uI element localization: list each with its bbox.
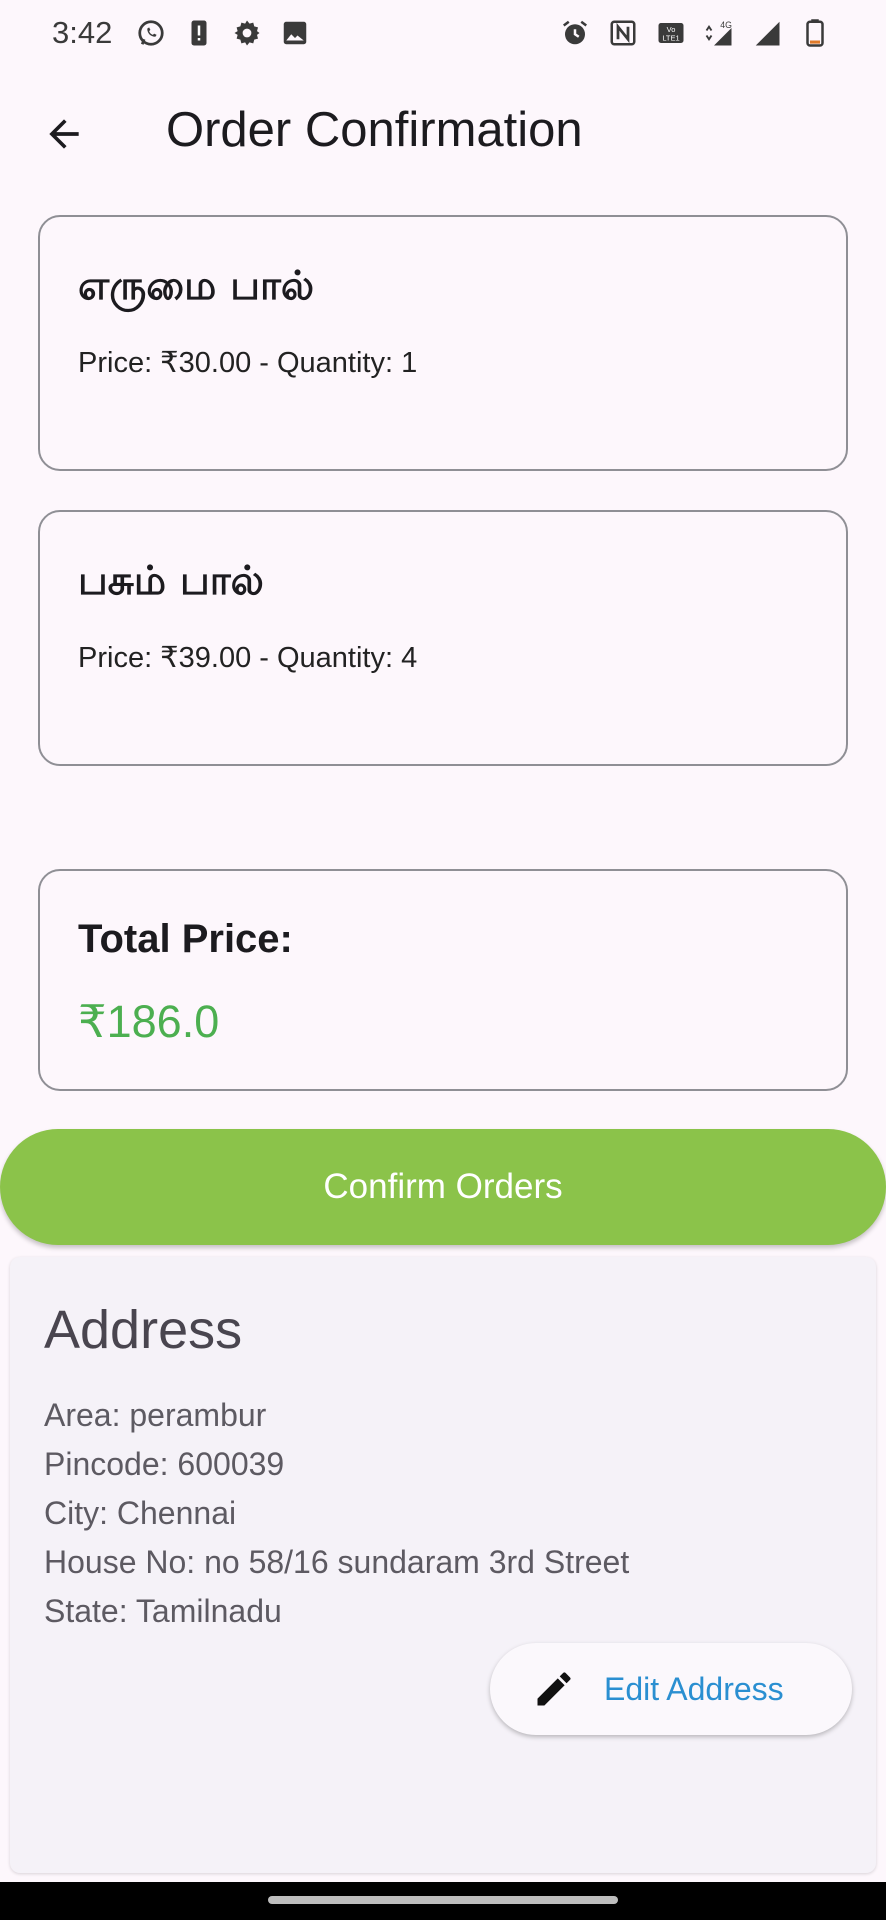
battery-icon xyxy=(800,18,830,48)
address-house-no: House No: no 58/16 sundaram 3rd Street xyxy=(44,1544,630,1580)
edit-address-label: Edit Address xyxy=(604,1670,784,1707)
item-price-quantity: Price: ₹39.00 - Quantity: 4 xyxy=(78,642,418,674)
order-item-card: பசும் பால் Price: ₹39.00 - Quantity: 4 xyxy=(38,510,848,766)
address-state: State: Tamilnadu xyxy=(44,1593,282,1629)
edit-address-button[interactable]: Edit Address xyxy=(490,1643,852,1735)
alarm-icon xyxy=(560,18,590,48)
back-button[interactable] xyxy=(36,108,92,164)
svg-text:Vo: Vo xyxy=(667,25,676,34)
svg-text:LTE1: LTE1 xyxy=(662,34,679,43)
whatsapp-icon xyxy=(136,18,166,48)
volte-icon: Vo LTE1 xyxy=(656,18,686,48)
item-name: எருமை பால் xyxy=(78,263,315,309)
total-price-label: Total Price: xyxy=(78,917,293,961)
svg-text:4G: 4G xyxy=(720,20,732,30)
page-title: Order Confirmation xyxy=(166,103,583,157)
image-icon xyxy=(280,18,310,48)
arrow-back-icon xyxy=(42,112,86,161)
pencil-icon xyxy=(532,1667,576,1711)
status-bar-right: Vo LTE1 4G xyxy=(560,18,830,48)
alert-icon xyxy=(184,18,214,48)
home-gesture-handle[interactable] xyxy=(268,1896,618,1904)
address-city: City: Chennai xyxy=(44,1495,237,1531)
status-bar-left: 3:42 xyxy=(52,15,310,51)
order-item-card: எருமை பால் Price: ₹30.00 - Quantity: 1 xyxy=(38,215,848,471)
nfc-icon xyxy=(608,18,638,48)
status-time: 3:42 xyxy=(52,15,113,50)
status-bar: 3:42 Vo LTE1 4G xyxy=(0,0,886,66)
address-pincode: Pincode: 600039 xyxy=(44,1446,285,1482)
total-price-value: ₹186.0 xyxy=(78,996,220,1047)
signal-icon xyxy=(752,18,782,48)
address-area: Area: perambur xyxy=(44,1397,267,1433)
network-4g-icon: 4G xyxy=(704,18,734,48)
total-price-card: Total Price: ₹186.0 xyxy=(38,869,848,1091)
address-card: Address Area: perambur Pincode: 600039 C… xyxy=(10,1257,876,1873)
app-bar: Order Confirmation xyxy=(0,90,886,174)
item-price-quantity: Price: ₹30.00 - Quantity: 1 xyxy=(78,347,418,379)
confirm-orders-button[interactable]: Confirm Orders xyxy=(0,1129,886,1245)
gear-icon xyxy=(232,18,262,48)
navigation-bar xyxy=(0,1882,886,1920)
item-name: பசும் பால் xyxy=(78,558,264,604)
address-title: Address xyxy=(44,1300,243,1360)
